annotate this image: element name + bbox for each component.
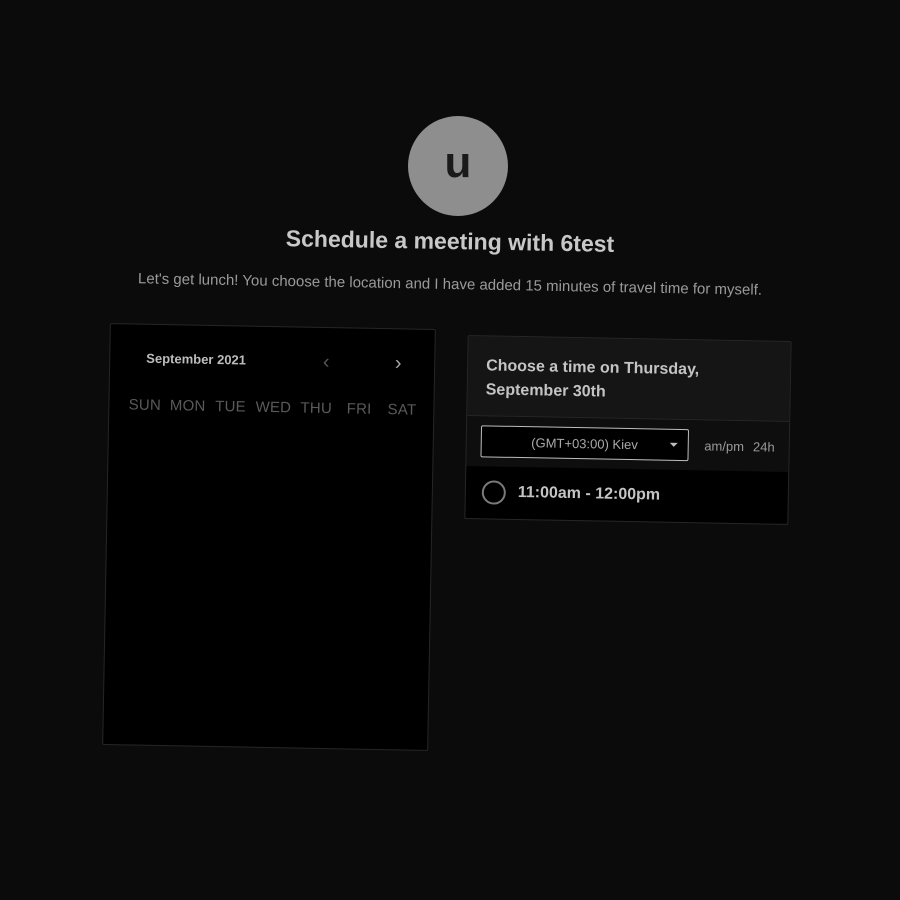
chevron-right-icon[interactable]: › xyxy=(386,351,410,375)
time-picker-heading: Choose a time on Thursday, September 30t… xyxy=(467,336,791,422)
avatar: u xyxy=(408,116,508,216)
time-format-toggle: am/pm 24h xyxy=(704,438,775,454)
weekday-label: THU xyxy=(300,399,333,418)
calendar-panel: September 2021 ‹ › SUN MON TUE WED THU F… xyxy=(102,323,436,751)
weekday-label: MON xyxy=(169,397,206,415)
page-title: Schedule a meeting with 6test xyxy=(285,225,615,257)
format-24h-option[interactable]: 24h xyxy=(753,439,775,454)
weekday-label: TUE xyxy=(215,397,246,416)
time-slot-label: 11:00am - 12:00pm xyxy=(517,483,661,504)
chevron-left-icon[interactable]: ‹ xyxy=(314,350,338,374)
weekday-label: SUN xyxy=(128,396,162,414)
scheduling-page: u Schedule a meeting with 6test Let's ge… xyxy=(0,0,900,900)
time-picker-panel: Choose a time on Thursday, September 30t… xyxy=(464,335,792,525)
timezone-select[interactable]: (GMT+03:00) Kiev xyxy=(480,425,689,462)
weekday-header: SUN MON TUE WED THU FRI SAT xyxy=(123,396,423,418)
event-description: Let's get lunch! You choose the location… xyxy=(137,270,763,299)
time-slot[interactable]: 11:00am - 12:00pm xyxy=(465,466,789,524)
weekday-label: FRI xyxy=(346,400,372,418)
weekday-label: WED xyxy=(255,398,292,417)
format-ampm-option[interactable]: am/pm xyxy=(704,438,744,454)
radio-button[interactable] xyxy=(481,480,507,505)
calendar-month-label: September 2021 xyxy=(146,350,247,368)
weekday-label: SAT xyxy=(387,401,417,419)
timezone-row: (GMT+03:00) Kiev am/pm 24h xyxy=(466,416,790,472)
timezone-value: (GMT+03:00) Kiev xyxy=(531,434,638,452)
caret-down-icon xyxy=(669,442,678,447)
avatar-initial: u xyxy=(444,138,472,187)
